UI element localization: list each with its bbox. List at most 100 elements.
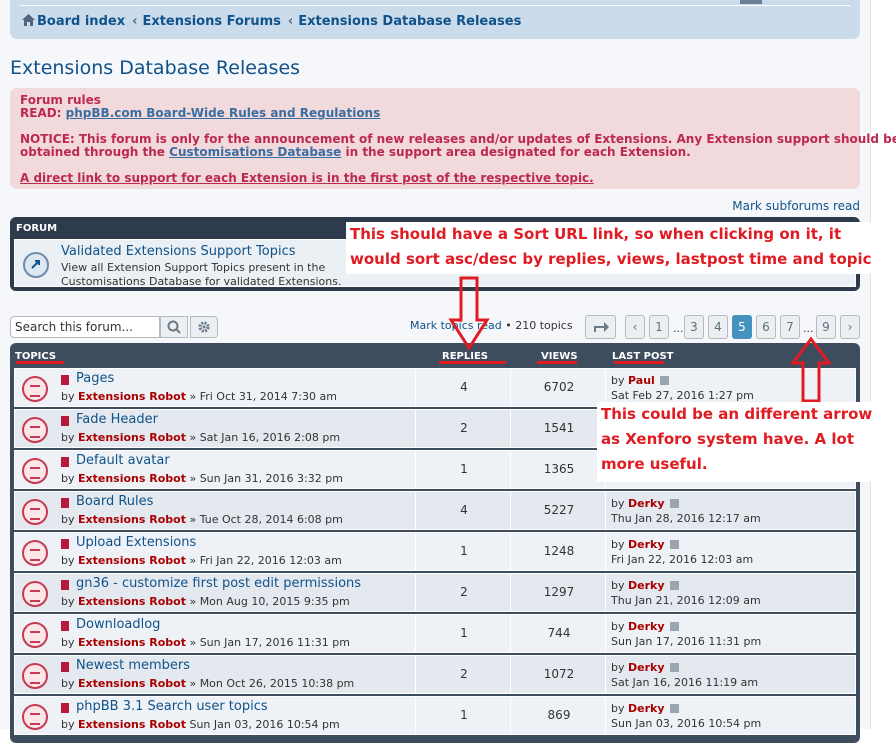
gear-icon [198,321,210,333]
annotation-note-sort: This should have a Sort URL link, so whe… [346,222,884,274]
rules-link[interactable]: phpBB.com Board-Wide Rules and Regulatio… [66,106,381,120]
go-to-last-post-icon[interactable] [669,663,679,672]
search-forum-input[interactable] [10,316,160,338]
table-row: gn36 - customize first post edit permiss… [14,573,856,612]
breadcrumb-extensions-forums[interactable]: Extensions Forums [142,14,280,29]
page-title[interactable]: Extensions Database Releases [10,57,300,79]
topic-author-link[interactable]: Extensions Robot [78,431,186,444]
topic-status-icon [22,704,48,730]
go-to-last-post-icon[interactable] [669,704,679,713]
view-count: 1297 [543,585,575,599]
topic-status-icon [22,581,48,607]
go-to-last-post-icon[interactable] [669,581,679,590]
breadcrumb: Board index ‹ Extensions Forums ‹ Extensions… [22,14,523,30]
topic-author-link[interactable]: Extensions Robot [78,513,186,526]
scrollbar[interactable] [870,0,896,729]
last-post-date: Thu Jan 21, 2016 12:09 am [611,594,761,607]
reply-count: 1 [460,626,468,640]
topic-byline: by Extensions Robot » Fri Oct 31, 2014 7… [61,390,337,403]
reply-count: 2 [460,421,468,435]
search-button[interactable] [160,316,188,338]
column-divider [415,410,416,447]
page-6[interactable]: 6 [756,315,776,339]
table-row: Newest members by Extensions Robot » Mon … [14,655,856,694]
document-icon [61,662,69,672]
breadcrumb-board-index[interactable]: Board index [37,14,125,29]
next-page-button[interactable]: › [840,315,860,339]
reply-count: 4 [460,380,468,394]
forum-rules-box: Forum rules READ: phpBB.com Board-Wide R… [10,88,896,189]
last-post-by: by Derky [611,661,679,674]
forum-title-link[interactable]: Validated Extensions Support Topics [61,244,296,259]
last-post-author-link[interactable]: Derky [628,497,665,510]
last-post-author-link[interactable]: Derky [628,538,665,551]
topic-title-link[interactable]: phpBB 3.1 Search user topics [76,699,268,714]
topic-author-link[interactable]: Extensions Robot [78,677,186,690]
jump-to-page-button[interactable] [585,315,616,339]
forum-description: View all Extension Support Topics presen… [61,261,342,288]
customisations-database-link[interactable]: Customisations Database [169,145,341,159]
view-count: 869 [547,708,571,722]
topic-title-link[interactable]: gn36 - customize first post edit permiss… [76,576,361,591]
topic-byline: by Extensions Robot » Tue Oct 28, 2014 6… [61,513,343,526]
last-post-date: Sat Feb 27, 2016 1:27 pm [611,389,754,402]
go-to-last-post-icon[interactable] [669,622,679,631]
chevron-left-icon: ‹ [632,320,638,334]
column-divider [415,369,416,406]
annotation-underline [614,361,664,364]
topic-title-link[interactable]: Newest members [76,658,190,673]
topic-author-link[interactable]: Extensions Robot [78,595,186,608]
breadcrumb-separator: ‹ [287,14,294,29]
page-5-current[interactable]: 5 [732,315,752,339]
topic-title-link[interactable]: Upload Extensions [76,535,196,550]
column-divider [415,451,416,488]
topic-title-link[interactable]: Default avatar [76,453,170,468]
document-icon [61,416,69,426]
last-post-date: Thu Jan 28, 2016 12:17 am [611,512,761,525]
annotation-note-arrow: This could be an different arrow as Xenf… [597,402,879,482]
breadcrumb-extensions-database-releases[interactable]: Extensions Database Releases [298,14,521,29]
topic-title-link[interactable]: Pages [76,371,114,386]
last-post-author-link[interactable]: Derky [628,620,665,633]
previous-page-button[interactable]: ‹ [625,315,645,339]
page-1[interactable]: 1 [649,315,669,339]
topic-byline: by Extensions Robot » Sat Jan 16, 2016 2… [61,431,341,444]
last-post-author-link[interactable]: Derky [628,661,665,674]
search-icon [167,320,181,334]
mark-subforums-read-link[interactable]: Mark subforums read [732,199,860,213]
advanced-search-button[interactable] [190,316,218,338]
topic-title-link[interactable]: Downloadlog [76,617,160,632]
go-to-last-post-icon[interactable] [659,376,669,385]
document-icon [61,703,69,713]
topic-author-link[interactable]: Extensions Robot [78,636,186,649]
topic-title-link[interactable]: Fade Header [76,412,158,427]
topic-status-icon [22,663,48,689]
topic-author-link[interactable]: Extensions Robot [78,554,186,567]
chevron-right-icon: › [847,320,853,334]
reply-count: 1 [460,708,468,722]
rules-heading: Forum rules [20,93,101,107]
last-post-author-link[interactable]: Paul [628,374,655,387]
topics-info: Mark topics read • 210 topics [410,319,573,332]
topic-author-link[interactable]: Extensions Robot [78,472,186,485]
topic-author-link[interactable]: Extensions Robot [78,718,186,731]
go-to-last-post-icon[interactable] [669,540,679,549]
page-7[interactable]: 7 [780,315,800,339]
direct-link-note[interactable]: A direct link to support for each Extens… [20,171,594,185]
topic-author-link[interactable]: Extensions Robot [78,390,186,403]
document-icon [61,375,69,385]
page-4[interactable]: 4 [708,315,728,339]
topic-byline: by Extensions Robot » Sun Jan 31, 2016 3… [61,472,343,485]
last-post-author-link[interactable]: Derky [628,579,665,592]
document-icon [61,457,69,467]
view-count: 1072 [543,667,575,681]
pagination-ellipsis: ... [673,322,684,335]
page-9[interactable]: 9 [816,315,836,339]
topic-title-link[interactable]: Board Rules [76,494,153,509]
go-to-last-post-icon[interactable] [669,499,679,508]
forum-header: FORUM [16,223,58,234]
page-3[interactable]: 3 [684,315,704,339]
last-post-author-link[interactable]: Derky [628,702,665,715]
last-post-date: Sat Jan 16, 2016 11:19 am [611,676,759,689]
view-count: 744 [547,626,571,640]
